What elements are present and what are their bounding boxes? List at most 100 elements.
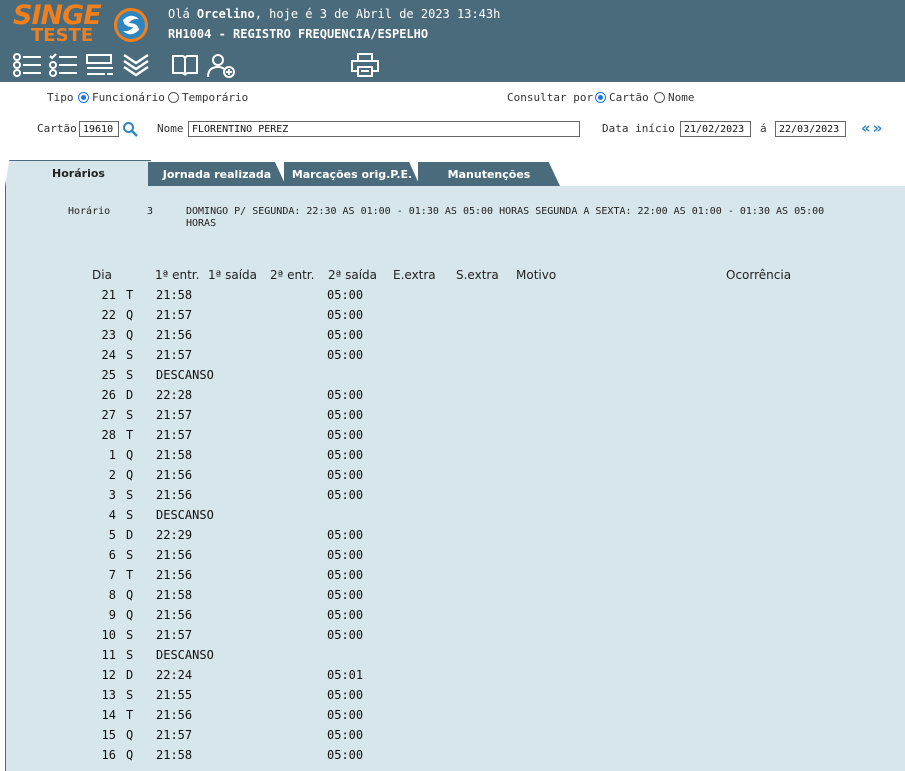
table-row[interactable]: 9 Q 21:56 05:00 — [6, 606, 901, 626]
day-cell: 8 — [108, 588, 116, 602]
weekday-cell: T — [126, 568, 134, 582]
day-cell: 21 — [101, 288, 116, 302]
nome-input[interactable]: FLORENTINO PEREZ — [188, 121, 580, 137]
saida2-cell: 05:00 — [327, 388, 364, 402]
period-nav-arrows-icon[interactable]: «» — [861, 119, 884, 137]
search-icon[interactable] — [122, 121, 138, 137]
table-row[interactable]: 21 T 21:58 05:00 — [6, 286, 901, 306]
book-icon[interactable] — [170, 52, 200, 78]
table-row[interactable]: 14 T 21:56 05:00 — [6, 706, 901, 726]
table-row[interactable]: 4 S DESCANSO — [6, 506, 901, 526]
consultar-nome-radio[interactable] — [654, 92, 665, 103]
entr1-cell: 22:24 — [156, 668, 193, 682]
day-cell: 4 — [108, 508, 116, 522]
weekday-cell: Q — [126, 608, 134, 622]
day-cell: 22 — [101, 308, 116, 322]
greeting-prefix: Olá — [168, 7, 197, 21]
day-cell: 6 — [108, 548, 116, 562]
cartao-input[interactable]: 19610 — [79, 121, 119, 137]
entr1-cell: 21:58 — [156, 448, 193, 462]
checklist-icon[interactable] — [48, 52, 78, 78]
entr1-cell: 21:56 — [156, 328, 193, 342]
table-row[interactable]: 27 S 21:57 05:00 — [6, 406, 901, 426]
table-row[interactable]: 23 Q 21:56 05:00 — [6, 326, 901, 346]
tab-horarios[interactable]: Horários — [5, 160, 151, 186]
saida2-cell: 05:00 — [327, 428, 364, 442]
table-row[interactable]: 7 T 21:56 05:00 — [6, 566, 901, 586]
consultar-cartao-radio[interactable] — [595, 92, 606, 103]
entr1-cell: 21:57 — [156, 408, 193, 422]
entr1-cell: 21:58 — [156, 288, 193, 302]
col-header-eextra: E.extra — [393, 268, 436, 282]
table-row[interactable]: 16 Q 21:58 05:00 — [6, 746, 901, 766]
horario-number: 3 — [147, 206, 154, 217]
entr1-cell: 21:58 — [156, 588, 193, 602]
entr1-cell: 21:58 — [156, 748, 193, 762]
table-row[interactable]: 15 Q 21:57 05:00 — [6, 726, 901, 746]
form-list-icon[interactable] — [85, 52, 115, 78]
tab-content-horarios: Horário 3 DOMINGO P/ SEGUNDA: 22:30 AS 0… — [5, 186, 905, 771]
saida2-cell: 05:00 — [327, 328, 364, 342]
greeting-suffix: , hoje é 3 de Abril de 2023 13:43h — [254, 7, 501, 21]
col-header-sextra: S.extra — [456, 268, 499, 282]
greeting-text: Olá Orcelino, hoje é 3 de Abril de 2023 … — [168, 7, 500, 21]
consultar-nome-label[interactable]: Nome — [668, 91, 695, 104]
day-cell: 13 — [101, 688, 116, 702]
tipo-label: Tipo — [47, 91, 74, 104]
list-icon[interactable] — [12, 52, 42, 78]
expand-down-icon[interactable] — [121, 52, 151, 78]
table-row[interactable]: 24 S 21:57 05:00 — [6, 346, 901, 366]
weekday-cell: Q — [126, 588, 134, 602]
entr1-cell: 21:56 — [156, 548, 193, 562]
entr1-cell: 21:55 — [156, 688, 193, 702]
entr1-cell: 21:57 — [156, 348, 193, 362]
table-row[interactable]: 22 Q 21:57 05:00 — [6, 306, 901, 326]
add-user-icon[interactable] — [206, 52, 236, 78]
weekday-cell: T — [126, 428, 134, 442]
table-row[interactable]: 5 D 22:29 05:00 — [6, 526, 901, 546]
saida2-cell: 05:00 — [327, 588, 364, 602]
table-row[interactable]: 28 T 21:57 05:00 — [6, 426, 901, 446]
data-inicio-label: Data início — [602, 122, 675, 135]
tipo-temporario-radio[interactable] — [168, 92, 179, 103]
table-row[interactable]: 11 S DESCANSO — [6, 646, 901, 666]
tab-manutencoes[interactable]: Manutenções — [418, 162, 560, 186]
tipo-funcionario-label[interactable]: Funcionário — [92, 91, 165, 104]
consultar-label: Consultar por — [507, 91, 594, 104]
tipo-funcionario-radio[interactable] — [78, 92, 89, 103]
table-row[interactable]: 2 Q 21:56 05:00 — [6, 466, 901, 486]
saida2-cell: 05:01 — [327, 668, 364, 682]
tab-jornada-realizada[interactable]: Jornada realizada — [148, 162, 286, 186]
tipo-temporario-label[interactable]: Temporário — [182, 91, 248, 104]
table-row[interactable]: 8 Q 21:58 05:00 — [6, 586, 901, 606]
saida2-cell: 05:00 — [327, 728, 364, 742]
consultar-cartao-label[interactable]: Cartão — [609, 91, 649, 104]
horario-description: DOMINGO P/ SEGUNDA: 22:30 AS 01:00 - 01:… — [186, 206, 825, 229]
day-cell: 2 — [108, 468, 116, 482]
table-row[interactable]: 12 D 22:24 05:01 — [6, 666, 901, 686]
tab-marcacoes-orig[interactable]: Marcações orig.P.E. — [284, 162, 420, 186]
table-row[interactable]: 1 Q 21:58 05:00 — [6, 446, 901, 466]
table-row[interactable]: 3 S 21:56 05:00 — [6, 486, 901, 506]
day-cell: 14 — [101, 708, 116, 722]
data-fim-input[interactable]: 22/03/2023 — [775, 121, 846, 137]
printer-icon[interactable] — [350, 52, 380, 78]
entr1-cell: 21:56 — [156, 608, 193, 622]
table-row[interactable]: 6 S 21:56 05:00 — [6, 546, 901, 566]
table-row[interactable]: 25 S DESCANSO — [6, 366, 901, 386]
entr1-cell: DESCANSO — [156, 368, 214, 382]
weekday-cell: D — [126, 668, 134, 682]
weekday-cell: D — [126, 388, 134, 402]
weekday-cell: Q — [126, 448, 134, 462]
col-header-saida2: 2ª saída — [328, 268, 378, 282]
entr1-cell: DESCANSO — [156, 648, 214, 662]
nome-label: Nome — [157, 122, 184, 135]
table-row[interactable]: 26 D 22:28 05:00 — [6, 386, 901, 406]
data-inicio-input[interactable]: 21/02/2023 — [680, 121, 751, 137]
table-row[interactable]: 13 S 21:55 05:00 — [6, 686, 901, 706]
saida2-cell: 05:00 — [327, 628, 364, 642]
table-row[interactable]: 10 S 21:57 05:00 — [6, 626, 901, 646]
day-cell: 11 — [101, 648, 116, 662]
saida2-cell: 05:00 — [327, 688, 364, 702]
saida2-cell: 05:00 — [327, 608, 364, 622]
